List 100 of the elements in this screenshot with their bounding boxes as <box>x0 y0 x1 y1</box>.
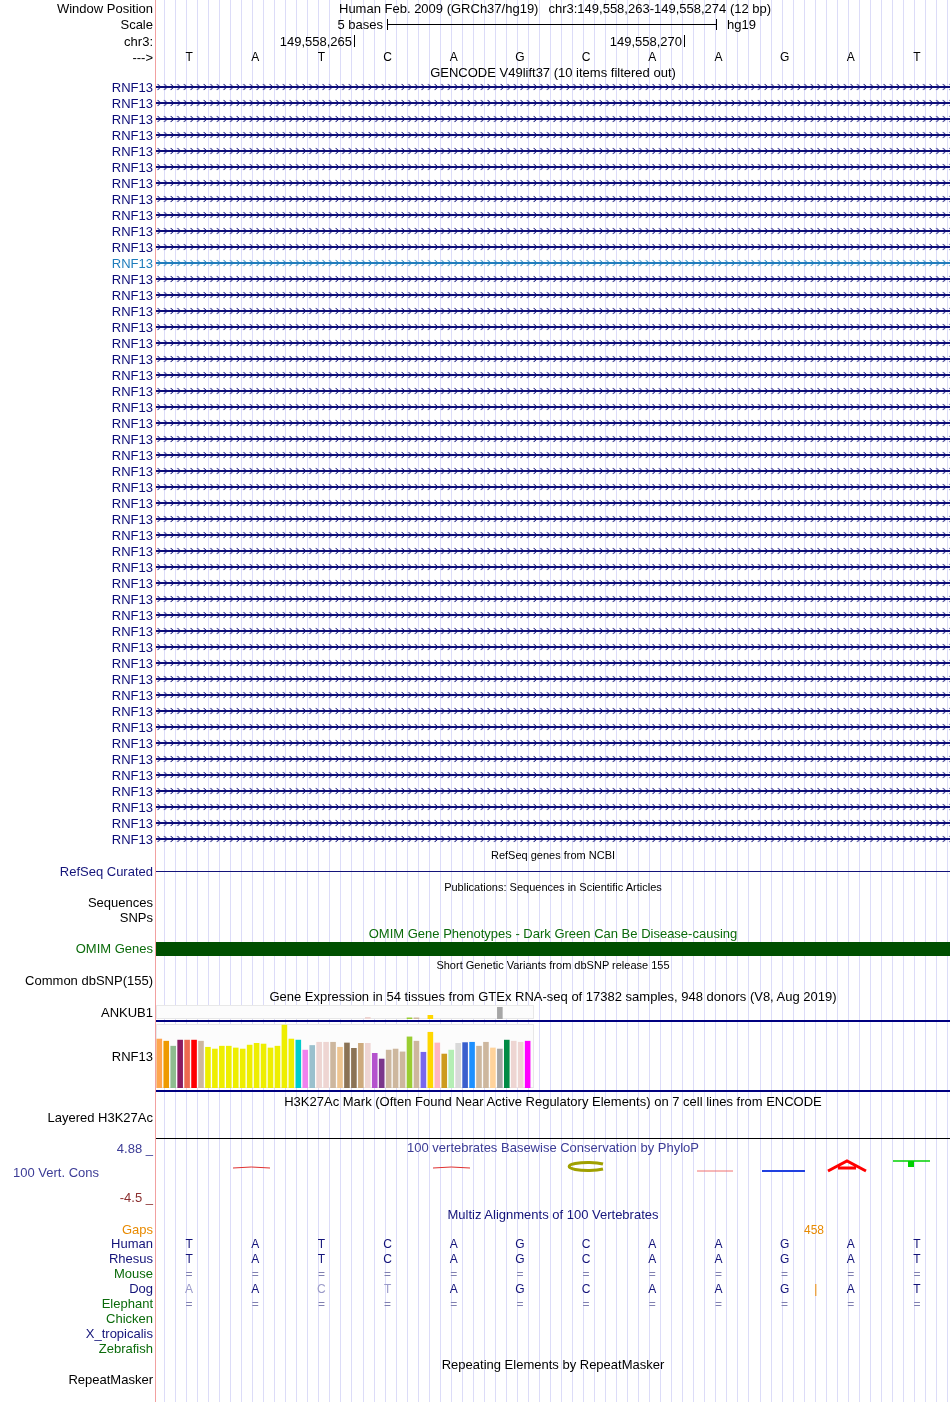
species-label[interactable]: Zebrafish <box>98 1341 153 1356</box>
gene-label[interactable]: RNF13 <box>111 111 153 127</box>
gene-label[interactable]: RNF13 <box>111 447 153 463</box>
track-title: Repeating Elements by RepeatMasker <box>441 1356 665 1372</box>
gene-label[interactable]: RNF13 <box>111 383 153 399</box>
gene-label[interactable]: RNF13 <box>111 431 153 447</box>
base-letter: = <box>317 1266 325 1281</box>
base-letter: G <box>515 50 525 64</box>
base-letter: C <box>581 1236 591 1251</box>
base-letter: = <box>516 1266 524 1281</box>
species-label[interactable]: Mouse <box>113 1266 153 1281</box>
base-letter: C <box>581 1281 591 1296</box>
base-letter: A <box>714 50 723 64</box>
gene-label[interactable]: RNF13 <box>111 591 153 607</box>
gene-label[interactable]: RNF13 <box>111 623 153 639</box>
base-letter: A <box>648 1251 657 1266</box>
track-label: Sequences <box>87 895 153 910</box>
gene-label[interactable]: RNF13 <box>111 175 153 191</box>
gap-count: 458 <box>804 1222 825 1237</box>
base-letter: A <box>449 1236 458 1251</box>
gene-label[interactable]: RNF13 <box>111 831 153 847</box>
species-label[interactable]: Rhesus <box>108 1251 153 1266</box>
scale-span: 5 bases <box>337 17 383 32</box>
gene-label[interactable]: RNF13 <box>111 143 153 159</box>
species-label[interactable]: Chicken <box>106 1311 153 1326</box>
gene-label[interactable]: RNF13 <box>111 527 153 543</box>
track-label: Layered H3K27Ac <box>47 1110 153 1125</box>
track-title: Publications: Sequences in Scientific Articles <box>444 881 662 893</box>
species-label[interactable]: Elephant <box>101 1296 153 1311</box>
gene-label[interactable]: RNF13 <box>111 287 153 303</box>
gene-label[interactable]: RNF13 <box>111 271 153 287</box>
gene-label[interactable]: RNF13 <box>111 255 153 271</box>
base-letter: = <box>251 1296 259 1311</box>
track-label: Gaps <box>121 1222 153 1237</box>
gene-label[interactable]: RNF13 <box>111 191 153 207</box>
gene-label[interactable]: RNF13 <box>111 751 153 767</box>
species-label[interactable]: Human <box>111 1236 153 1251</box>
gene-label[interactable]: RNF13 <box>111 303 153 319</box>
gene-label[interactable]: RNF13 <box>111 639 153 655</box>
base-letter: A <box>251 1251 260 1266</box>
track-title: GENCODE V49lift37 (10 items filtered out) <box>430 65 676 80</box>
gene-label[interactable]: RNF13 <box>111 399 153 415</box>
base-letter: T <box>317 1236 326 1251</box>
gene-label[interactable]: RNF13 <box>111 575 153 591</box>
omim-bar[interactable] <box>156 941 950 956</box>
gene-label[interactable]: RNF13 <box>111 543 153 559</box>
species-label[interactable]: Dog <box>129 1281 153 1296</box>
species-label[interactable]: X_tropicalis <box>85 1326 153 1341</box>
gene-label[interactable]: RNF13 <box>111 703 153 719</box>
position-range: chr3:149,558,263-149,558,274 (12 bp) <box>548 0 772 16</box>
gene-label[interactable]: RNF13 <box>111 799 153 815</box>
gene-label[interactable]: RNF13 <box>111 783 153 799</box>
base-letter: = <box>781 1296 789 1311</box>
gene-label[interactable]: RNF13 <box>111 735 153 751</box>
gene-label[interactable]: RNF13 <box>111 767 153 783</box>
gene-label[interactable]: RNF13 <box>111 367 153 383</box>
base-letter: T <box>913 1236 921 1251</box>
base-letter: = <box>317 1296 325 1311</box>
base-letter: = <box>714 1266 722 1281</box>
track-title: Gene Expression in 54 tissues from GTEx RNA-seq of 17382 samples, 948 donors (V8, Aug 2019) <box>269 989 837 1004</box>
gene-label[interactable]: RNF13 <box>111 79 153 95</box>
gene-label[interactable]: RNF13 <box>111 223 153 239</box>
gene-label[interactable]: RNF13 <box>111 207 153 223</box>
gene-label[interactable]: RNF13 <box>111 511 153 527</box>
base-letter: A <box>846 50 855 64</box>
base-letter: C <box>581 1251 591 1266</box>
gene-label[interactable]: RNF13 <box>111 687 153 703</box>
track-label: chr3: <box>124 33 153 49</box>
base-letter: A <box>714 1236 723 1251</box>
gene-label[interactable]: RNF13 <box>111 159 153 175</box>
gene-label[interactable]: RNF13 <box>111 319 153 335</box>
coordinate-label: 149,558,265 <box>279 33 352 49</box>
gene-label[interactable]: RNF13 <box>111 335 153 351</box>
gene-label[interactable]: RNF13 <box>111 351 153 367</box>
gene-label[interactable]: RNF13 <box>111 415 153 431</box>
base-letter: G <box>779 1251 790 1266</box>
base-letter: A <box>648 50 657 64</box>
track-title: H3K27Ac Mark (Often Found Near Active Regulatory Elements) on 7 cell lines from ENCODE <box>284 1093 822 1109</box>
gene-label[interactable]: RNF13 <box>111 607 153 623</box>
track-label: SNPs <box>119 909 153 925</box>
base-letter: = <box>251 1266 259 1281</box>
gene-label[interactable]: RNF13 <box>111 815 153 831</box>
gene-label[interactable]: RNF13 <box>111 239 153 255</box>
base-letter: = <box>648 1296 656 1311</box>
base-letter: = <box>516 1296 524 1311</box>
base-letter: = <box>384 1266 392 1281</box>
base-letter: T <box>383 1281 392 1296</box>
gene-label[interactable]: RNF13 <box>111 127 153 143</box>
gene-label[interactable]: RNF13 <box>111 463 153 479</box>
strand-arrow: ---> <box>132 49 153 65</box>
gene-label[interactable]: RNF13 <box>111 479 153 495</box>
gene-label[interactable]: RNF13 <box>111 559 153 575</box>
base-letter: = <box>781 1266 789 1281</box>
gene-label[interactable]: RNF13 <box>111 671 153 687</box>
gene-label[interactable]: RNF13 <box>111 719 153 735</box>
base-letter: A <box>714 1251 723 1266</box>
gene-label[interactable]: RNF13 <box>111 95 153 111</box>
base-letter: T <box>913 1251 921 1266</box>
gene-label[interactable]: RNF13 <box>111 495 153 511</box>
gene-label[interactable]: RNF13 <box>111 655 153 671</box>
